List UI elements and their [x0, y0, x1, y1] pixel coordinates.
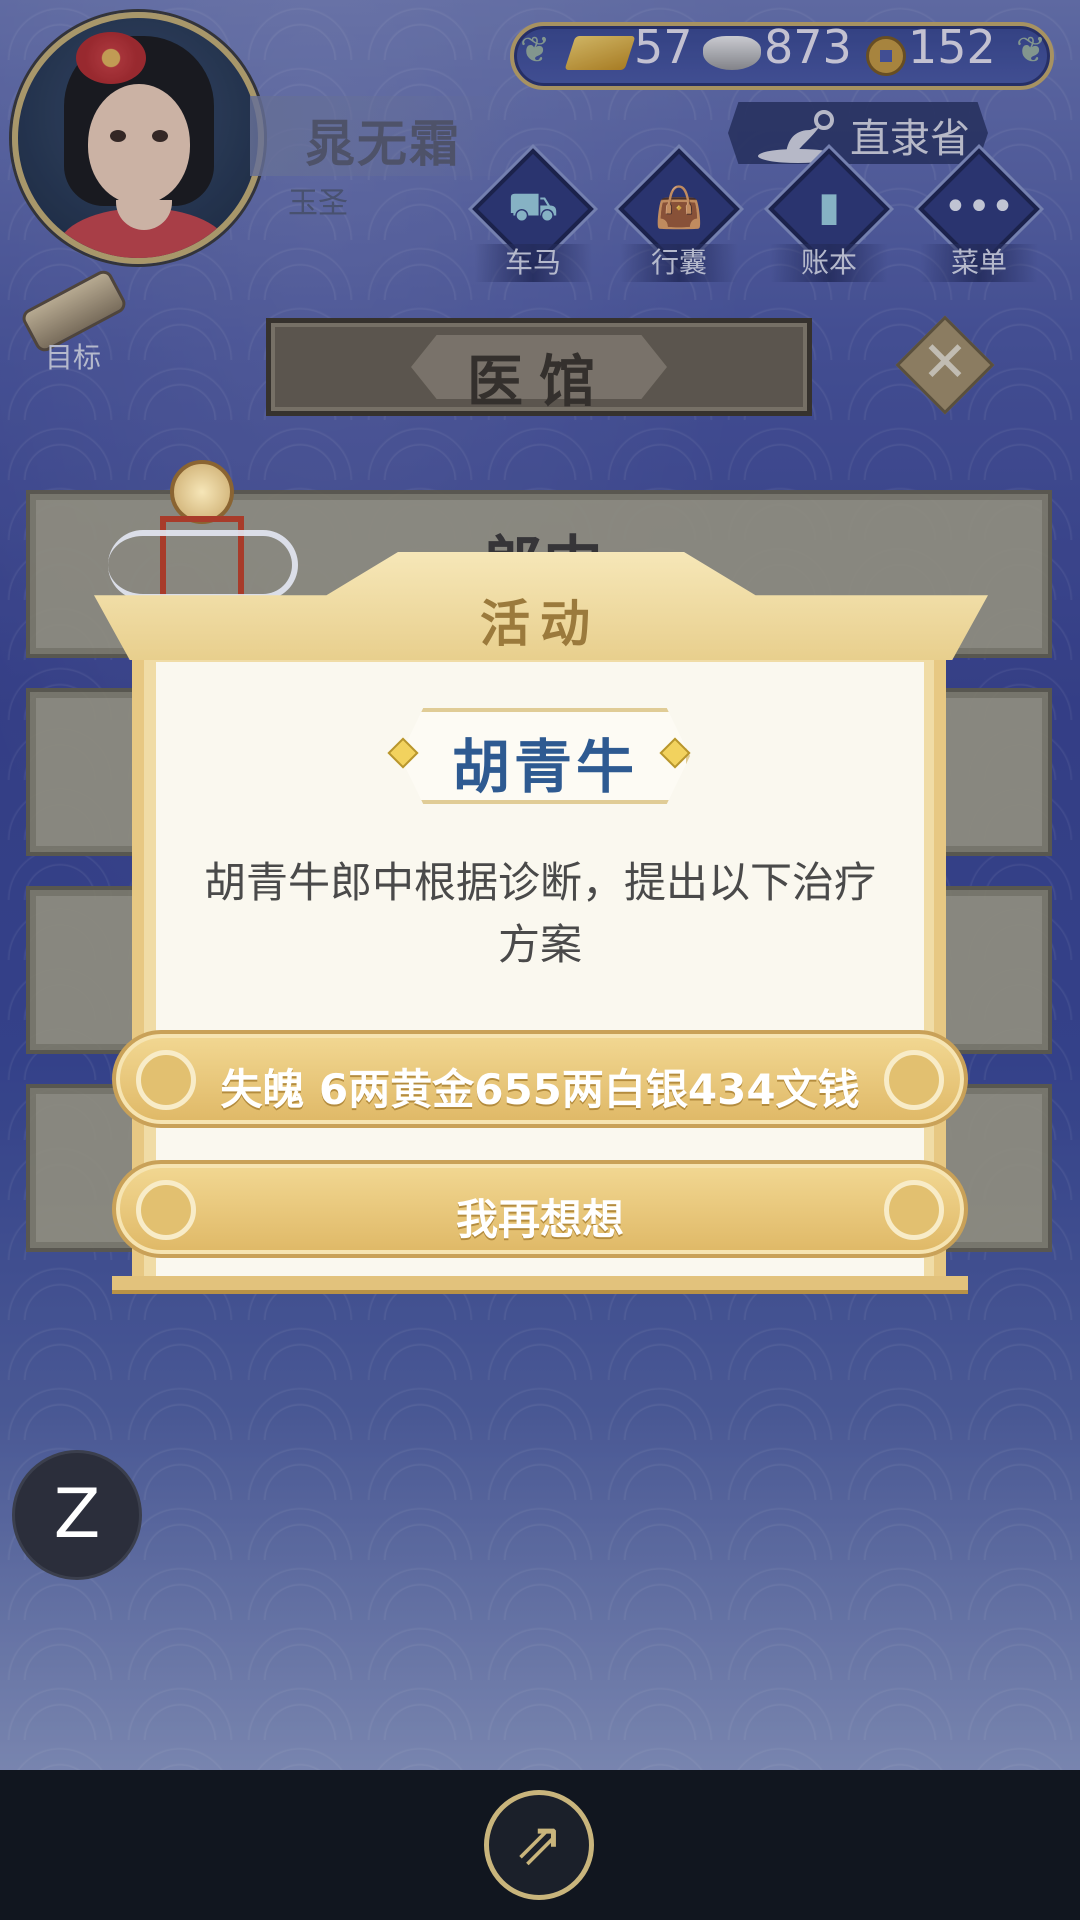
treatment-option-label: 失魄 6两黄金655两白银434文钱 — [220, 1065, 860, 1114]
npc-name: 胡青牛 — [451, 733, 638, 801]
share-icon: ⇗ — [513, 1809, 565, 1879]
floating-z-label: Z — [53, 1475, 101, 1554]
modal-base — [112, 1276, 968, 1294]
floating-z-button[interactable]: Z — [12, 1450, 142, 1580]
reconsider-button[interactable]: 我再想想 — [112, 1160, 968, 1258]
drum-face — [170, 460, 234, 524]
modal-title: 活动 — [480, 595, 600, 653]
treatment-option-button[interactable]: 失魄 6两黄金655两白银434文钱 — [112, 1030, 968, 1128]
share-button[interactable]: ⇗ — [484, 1790, 594, 1900]
reconsider-label: 我再想想 — [455, 1195, 624, 1244]
modal-description: 胡青牛郎中根据诊断，提出以下治疗方案 — [203, 858, 876, 969]
